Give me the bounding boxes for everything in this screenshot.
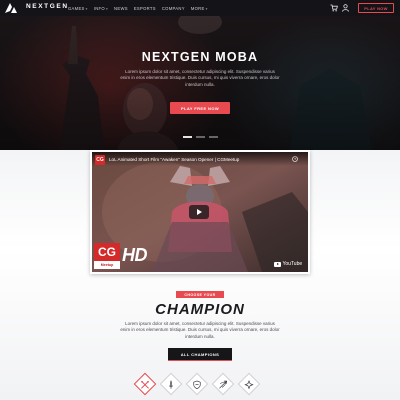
menu-item-esports[interactable]: ESPORTS: [134, 6, 156, 11]
chevron-down-icon: ▾: [105, 6, 109, 11]
brand-name[interactable]: NEXTGEN: [26, 3, 69, 10]
mage-icon: [244, 379, 254, 389]
play-free-now-button[interactable]: PLAY FREE NOW: [170, 102, 230, 114]
youtube-logo[interactable]: YouTube: [274, 261, 302, 267]
hero-title: NEXTGEN MOBA: [141, 50, 259, 64]
play-now-button[interactable]: PLAY NOW: [358, 3, 394, 13]
hero-banner: NEXTGEN MOBA Lorem ipsum dolor sit amet,…: [0, 16, 400, 150]
logo-icon[interactable]: [5, 3, 17, 13]
menu-item-company[interactable]: COMPANY: [162, 6, 185, 11]
all-champions-button[interactable]: ALL CHAMPIONS: [168, 348, 232, 361]
role-fighter[interactable]: [159, 372, 183, 396]
slider-dots: [183, 136, 222, 138]
section-description: Lorem ipsum dolor sit amet, consectetur …: [120, 321, 280, 339]
chevron-down-icon: ▾: [205, 6, 208, 11]
cart-icon[interactable]: [330, 4, 338, 12]
champion-role-filter: [133, 372, 267, 396]
chevron-down-icon: ▾: [85, 6, 88, 11]
slider-dot-3[interactable]: [209, 136, 218, 138]
marksman-icon: [219, 380, 227, 388]
section-title: CHAMPION: [155, 301, 245, 318]
video-embed[interactable]: CG LoL Animated Short Film "Awaken" Seas…: [90, 150, 310, 274]
menu-item-info[interactable]: INFO▾: [94, 6, 108, 11]
role-marksman[interactable]: [211, 372, 235, 396]
assassin-icon: [141, 380, 149, 388]
menu-item-news[interactable]: NEWS: [114, 6, 128, 11]
cgmeetup-logo: CG Meetup: [94, 243, 120, 269]
slider-dot-1[interactable]: [183, 136, 192, 138]
tank-icon: [193, 379, 201, 389]
video-play-button[interactable]: [189, 205, 209, 219]
fighter-icon: [169, 379, 173, 389]
role-assassin[interactable]: [133, 372, 157, 396]
main-menu: GAMES▾ INFO▾ NEWS ESPORTS COMPANY MORE▾: [68, 0, 214, 16]
section-eyebrow: CHOOSE YOUR: [176, 291, 224, 298]
youtube-icon: [274, 261, 281, 267]
hd-label: HD: [122, 245, 148, 265]
top-nav: NEXTGEN GAMES▾ INFO▾ NEWS ESPORTS COMPAN…: [0, 0, 400, 16]
channel-badge[interactable]: CG: [95, 155, 105, 165]
slider-dot-2[interactable]: [196, 136, 205, 138]
user-icon[interactable]: [342, 4, 349, 12]
clock-icon[interactable]: [292, 156, 298, 162]
menu-item-games[interactable]: GAMES▾: [68, 6, 88, 11]
role-mage[interactable]: [237, 372, 261, 396]
play-icon: [197, 209, 202, 215]
role-tank[interactable]: [185, 372, 209, 396]
menu-item-more[interactable]: MORE▾: [191, 6, 208, 11]
hero-description: Lorem ipsum dolor sit amet, consectetur …: [120, 69, 280, 87]
video-title[interactable]: LoL Animated Short Film "Awaken" Season …: [109, 157, 239, 162]
